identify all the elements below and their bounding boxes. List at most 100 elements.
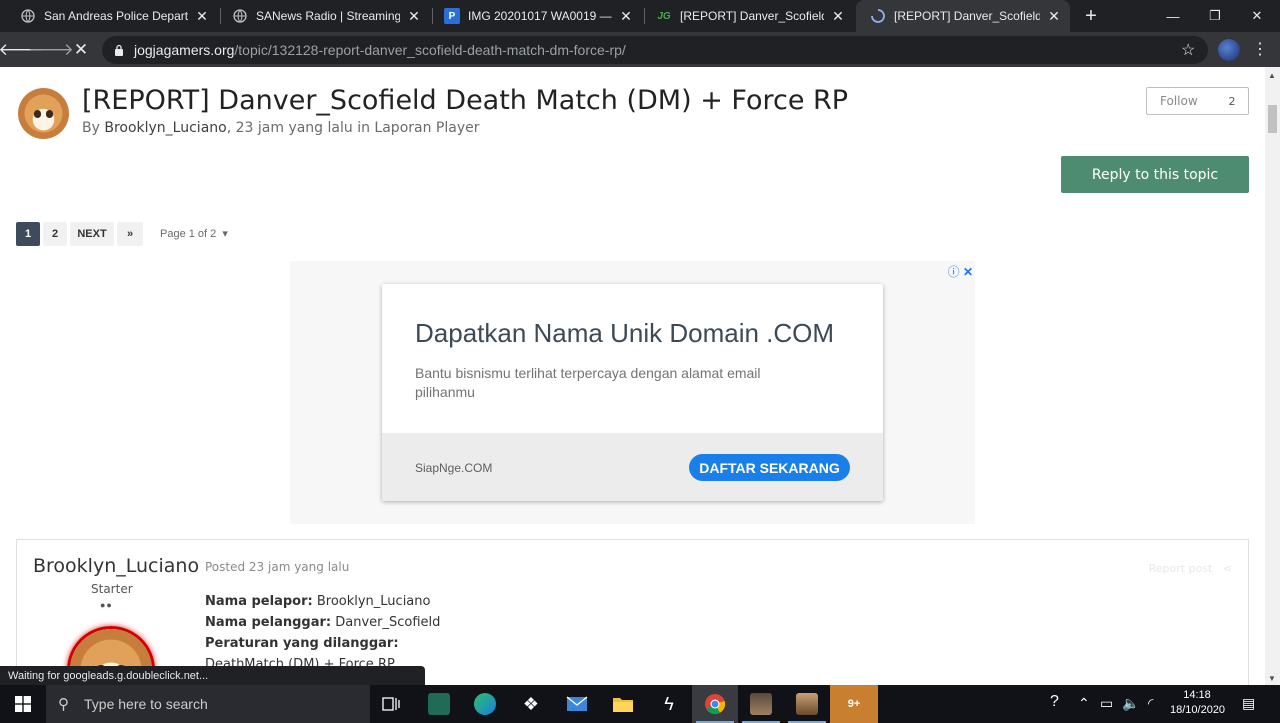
postimage-icon: P	[444, 8, 460, 24]
browser-status-bubble: Waiting for googleads.g.doubleclick.net.…	[0, 666, 425, 686]
scroll-up-arrow-icon[interactable]: ▲	[1268, 71, 1276, 80]
browser-tab[interactable]: JG [REPORT] Danver_Scofield Dea ✕	[642, 0, 854, 32]
battery-icon[interactable]: ▭	[1100, 695, 1113, 712]
tab-title: SANews Radio | Streaming!	[256, 9, 400, 23]
stop-loading-button[interactable]: ✕	[68, 37, 94, 63]
topic-author-avatar[interactable]	[18, 88, 69, 139]
topic-author-link[interactable]: Brooklyn_Luciano	[104, 120, 226, 136]
forum-link[interactable]: Laporan Player	[374, 120, 479, 136]
post-tools[interactable]: Report post ⋖	[1149, 562, 1232, 575]
windows-logo-icon	[15, 696, 31, 712]
next-page-button[interactable]: NEXT	[70, 222, 114, 246]
globe-icon	[232, 8, 248, 24]
browser-tab-active[interactable]: [REPORT] Danver_Scofield Dea ✕	[856, 0, 1070, 32]
report-post-link[interactable]: Report post	[1149, 562, 1213, 575]
jg-icon: JG	[657, 10, 671, 22]
post-line: Nama pelanggar: Danver_Scofield	[205, 615, 441, 630]
windows-taskbar: ⚲ Type here to search ❖ ϟ 9+ ? ⌃ ▭ 🔈 ◜ 1…	[0, 685, 1280, 723]
profile-avatar[interactable]	[1218, 39, 1240, 61]
loading-icon	[870, 8, 886, 24]
info-icon[interactable]: ⓘ	[948, 265, 960, 279]
notification-badge: 9+	[847, 698, 861, 710]
maximize-button[interactable]: ❐	[1192, 0, 1238, 32]
game-app-icon-2[interactable]	[784, 685, 830, 723]
page-jump-dropdown[interactable]: Page 1 of 2 ▾	[160, 227, 228, 240]
forward-button[interactable]: 🡒	[28, 37, 74, 63]
action-center-icon[interactable]: ▤	[1242, 695, 1255, 712]
close-tab-icon[interactable]: ✕	[194, 8, 210, 25]
ad-headline[interactable]: Dapatkan Nama Unik Domain .COM	[415, 318, 834, 349]
close-tab-icon[interactable]: ✕	[406, 8, 422, 25]
page-scrollbar[interactable]: ▲ ▼	[1265, 67, 1280, 685]
game-app-icon[interactable]	[738, 685, 784, 723]
tab-title: [REPORT] Danver_Scofield Dea	[894, 9, 1040, 23]
last-page-button[interactable]: »	[117, 222, 143, 246]
tab-title: [REPORT] Danver_Scofield Dea	[680, 9, 824, 23]
system-clock[interactable]: 14:18 18/10/2020	[1170, 688, 1226, 718]
follow-button[interactable]: Follow 2	[1146, 87, 1249, 115]
wifi-icon[interactable]: ◜	[1148, 695, 1153, 712]
caret-down-icon: ▾	[219, 228, 228, 240]
tab-title: IMG 20201017 WA0019 — Pos	[468, 9, 612, 23]
share-icon[interactable]: ⋖	[1216, 562, 1232, 575]
double-chevron-icon: »	[126, 228, 134, 240]
page-title: [REPORT] Danver_Scofield Death Match (DM…	[82, 85, 849, 116]
close-tab-icon[interactable]: ✕	[618, 8, 634, 25]
reply-to-topic-button[interactable]: Reply to this topic	[1061, 156, 1249, 193]
browser-toolbar: 🡐 🡒 ✕ jogjagamers.org/topic/132128-repor…	[0, 32, 1280, 67]
start-button[interactable]	[0, 685, 46, 723]
mail-icon[interactable]	[554, 685, 600, 723]
browser-tab[interactable]: P IMG 20201017 WA0019 — Pos ✕	[430, 0, 642, 32]
clock-date: 18/10/2020	[1170, 704, 1226, 716]
help-icon[interactable]: ?	[1050, 693, 1059, 711]
chevron-up-icon[interactable]: ⌃	[1078, 695, 1090, 712]
notification-app-icon[interactable]: 9+	[830, 685, 878, 723]
chrome-icon[interactable]	[692, 685, 738, 723]
address-bar[interactable]: jogjagamers.org/topic/132128-report-danv…	[102, 36, 1208, 64]
lock-icon	[115, 44, 123, 56]
post-date: Posted 23 jam yang lalu	[205, 560, 350, 574]
taskbar-search-box[interactable]: ⚲ Type here to search	[46, 685, 370, 723]
url-host: jogjagamers.org	[134, 42, 235, 58]
follow-label: Follow	[1160, 94, 1198, 108]
tab-title: San Andreas Police Departmen	[44, 9, 188, 23]
bookmark-star-icon[interactable]: ☆	[1181, 40, 1195, 60]
dropbox-icon[interactable]: ❖	[508, 685, 554, 723]
ad-choices-icons[interactable]: ⓘ ✕	[948, 263, 973, 280]
topic-time: , 23 jam yang lalu in	[226, 120, 375, 136]
page-content: [REPORT] Danver_Scofield Death Match (DM…	[0, 67, 1265, 685]
page-1-button[interactable]: 1	[16, 222, 40, 246]
globe-icon	[20, 8, 36, 24]
close-tab-icon[interactable]: ✕	[1046, 8, 1062, 25]
new-tab-button[interactable]: +	[1080, 5, 1102, 27]
post-line: Nama pelapor: Brooklyn_Luciano	[205, 594, 431, 609]
page-2-button[interactable]: 2	[43, 222, 67, 246]
post-author-rank: Starter	[91, 582, 133, 596]
by-prefix: By	[82, 120, 105, 136]
edge-icon[interactable]	[462, 685, 508, 723]
browser-menu-icon[interactable]: ⋮	[1252, 39, 1268, 59]
scrollbar-thumb[interactable]	[1268, 105, 1277, 133]
post-line: Peraturan yang dilanggar:	[205, 636, 399, 651]
volume-icon[interactable]: 🔈	[1122, 695, 1139, 712]
search-icon: ⚲	[58, 696, 69, 713]
ad-site[interactable]: SiapNge.COM	[415, 461, 492, 475]
advertisement[interactable]: ⓘ ✕ Dapatkan Nama Unik Domain .COM Bantu…	[290, 261, 975, 524]
browser-tab[interactable]: San Andreas Police Departmen ✕	[6, 0, 218, 32]
search-placeholder: Type here to search	[84, 696, 208, 712]
close-ad-icon[interactable]: ✕	[963, 265, 973, 279]
ad-cta-button[interactable]: DAFTAR SEKARANG	[689, 454, 850, 481]
minimize-button[interactable]: —	[1150, 0, 1196, 32]
bolt-app-icon[interactable]: ϟ	[646, 685, 692, 723]
app-icon-green[interactable]	[416, 685, 462, 723]
browser-tab[interactable]: SANews Radio | Streaming! ✕	[218, 0, 430, 32]
close-window-button[interactable]: ✕	[1234, 0, 1280, 32]
post-author-link[interactable]: Brooklyn_Luciano	[33, 555, 199, 577]
scroll-down-arrow-icon[interactable]: ▼	[1268, 674, 1276, 683]
file-explorer-icon[interactable]	[600, 685, 646, 723]
browser-tab-bar: San Andreas Police Departmen ✕ SANews Ra…	[0, 0, 1280, 32]
ad-footer: SiapNge.COM DAFTAR SEKARANG	[382, 433, 883, 501]
task-view-icon[interactable]	[368, 685, 414, 723]
close-tab-icon[interactable]: ✕	[830, 8, 846, 25]
ad-card[interactable]: Dapatkan Nama Unik Domain .COM Bantu bis…	[382, 284, 883, 501]
